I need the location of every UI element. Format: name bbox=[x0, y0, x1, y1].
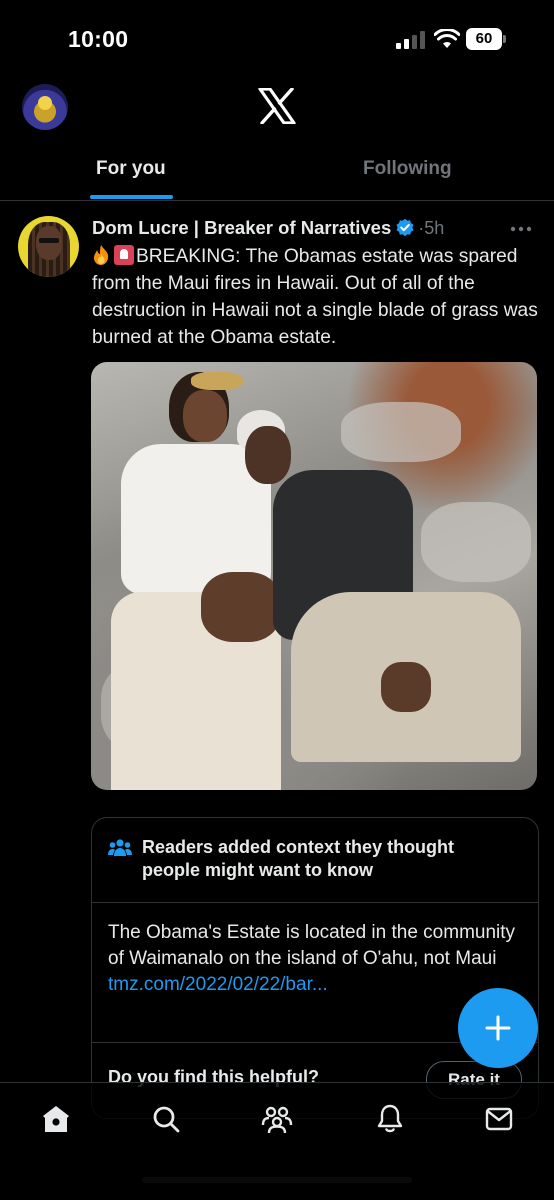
battery-icon: 60 bbox=[466, 28, 506, 50]
community-note: Readers added context they thought peopl… bbox=[91, 817, 539, 1119]
plus-icon bbox=[485, 1015, 511, 1041]
status-time: 10:00 bbox=[68, 26, 129, 52]
app-screen: 10:00 60 For you Following Dom Lucre | B… bbox=[0, 0, 554, 1200]
search-icon[interactable] bbox=[150, 1103, 182, 1135]
tweet-photo[interactable] bbox=[91, 362, 537, 790]
community-note-text: The Obama's Estate is located in the com… bbox=[108, 922, 516, 969]
home-icon[interactable] bbox=[40, 1103, 72, 1135]
tab-following[interactable]: Following bbox=[363, 158, 452, 180]
tab-for-you[interactable]: For you bbox=[96, 158, 166, 180]
messages-icon[interactable] bbox=[483, 1103, 515, 1135]
active-tab-indicator bbox=[90, 195, 173, 199]
notifications-icon[interactable] bbox=[374, 1103, 406, 1135]
fire-emoji-icon bbox=[93, 245, 109, 265]
battery-level: 60 bbox=[466, 28, 502, 50]
timeline-tabs: For you Following bbox=[0, 140, 554, 201]
tweet-body: BREAKING: The Obamas estate was spared f… bbox=[92, 246, 538, 348]
author-name[interactable]: Dom Lucre | Breaker of Narratives bbox=[92, 217, 391, 239]
compose-button[interactable] bbox=[458, 988, 538, 1068]
profile-avatar[interactable] bbox=[22, 84, 68, 130]
status-bar: 10:00 60 bbox=[0, 0, 554, 84]
author-avatar[interactable] bbox=[18, 216, 79, 277]
tweet-text: BREAKING: The Obamas estate was spared f… bbox=[92, 243, 540, 351]
bottom-nav bbox=[0, 1082, 554, 1200]
community-note-link[interactable]: tmz.com/2022/02/22/bar... bbox=[108, 974, 328, 995]
tweet-header: Dom Lucre | Breaker of Narratives ·5h bbox=[92, 215, 444, 241]
cellular-signal-icon bbox=[396, 31, 425, 49]
communities-icon[interactable] bbox=[261, 1103, 293, 1135]
siren-emoji-icon bbox=[114, 245, 134, 265]
community-note-body: The Obama's Estate is located in the com… bbox=[108, 920, 518, 998]
people-icon bbox=[108, 839, 132, 856]
verified-badge-icon[interactable] bbox=[395, 218, 415, 238]
community-note-title: Readers added context they thought peopl… bbox=[142, 837, 455, 880]
wifi-icon bbox=[434, 29, 460, 48]
tweet-timestamp[interactable]: ·5h bbox=[418, 218, 444, 239]
more-options-icon[interactable] bbox=[510, 226, 532, 232]
home-indicator bbox=[142, 1177, 412, 1183]
x-logo-icon[interactable] bbox=[258, 88, 296, 124]
community-note-header: Readers added context they thought peopl… bbox=[92, 818, 538, 903]
